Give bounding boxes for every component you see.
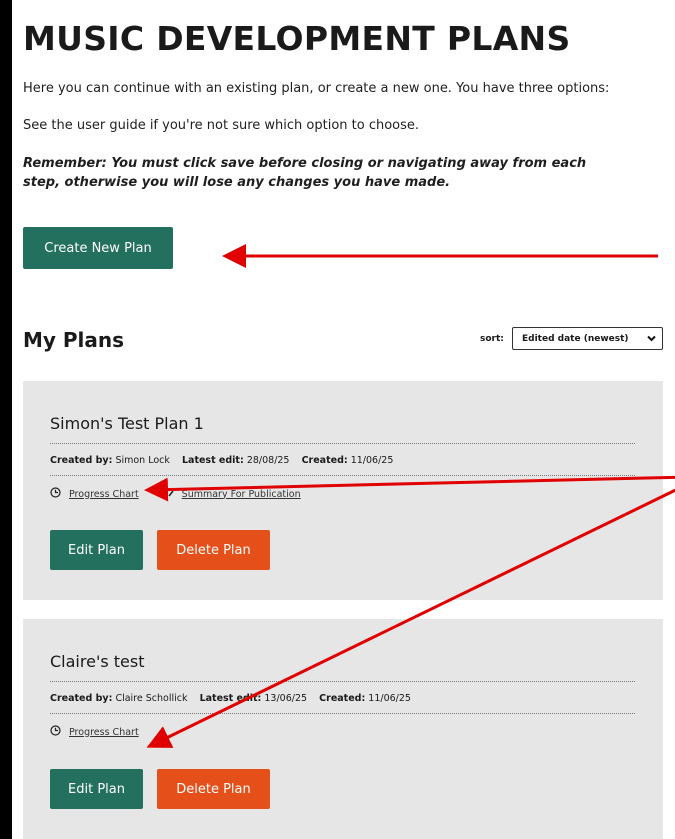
edit-plan-button[interactable]: Edit Plan xyxy=(50,530,143,570)
intro-text: Here you can continue with an existing p… xyxy=(23,81,610,96)
plan-meta: Created by: Simon Lock Latest edit: 28/0… xyxy=(50,455,394,466)
summary-for-publication-link[interactable]: Summary For Publication xyxy=(182,489,301,500)
plan-card: Simon's Test Plan 1 Created by: Simon Lo… xyxy=(23,381,663,600)
user-guide-text: See the user guide if you're not sure wh… xyxy=(23,118,420,133)
chevron-down-icon xyxy=(646,333,657,347)
create-new-plan-button[interactable]: Create New Plan xyxy=(23,227,173,269)
divider xyxy=(50,443,635,444)
sort-selected-value: Edited date (newest) xyxy=(522,333,629,344)
edit-list-icon xyxy=(161,487,174,501)
plan-title: Simon's Test Plan 1 xyxy=(50,414,204,433)
delete-plan-button[interactable]: Delete Plan xyxy=(157,530,270,570)
clock-icon xyxy=(50,725,61,739)
plan-card: Claire's test Created by: Claire Scholli… xyxy=(23,619,663,839)
page: MUSIC DEVELOPMENT PLANS Here you can con… xyxy=(12,0,675,839)
sort-select[interactable]: Edited date (newest) xyxy=(512,327,663,350)
divider xyxy=(50,475,635,476)
plan-meta: Created by: Claire Schollick Latest edit… xyxy=(50,693,411,704)
plan-links: Progress Chart Summary For Publication xyxy=(50,487,323,501)
plan-title: Claire's test xyxy=(50,652,145,671)
divider xyxy=(50,713,635,714)
remember-warning: Remember: You must click save before clo… xyxy=(23,156,587,190)
sort-label: sort: xyxy=(480,334,504,344)
plan-links: Progress Chart xyxy=(50,725,161,739)
my-plans-heading: My Plans xyxy=(23,328,125,352)
edit-plan-button[interactable]: Edit Plan xyxy=(50,769,143,809)
progress-chart-link[interactable]: Progress Chart xyxy=(69,489,139,500)
clock-icon xyxy=(50,487,61,501)
delete-plan-button[interactable]: Delete Plan xyxy=(157,769,270,809)
divider xyxy=(50,681,635,682)
page-title: MUSIC DEVELOPMENT PLANS xyxy=(23,19,571,58)
progress-chart-link[interactable]: Progress Chart xyxy=(69,727,139,738)
